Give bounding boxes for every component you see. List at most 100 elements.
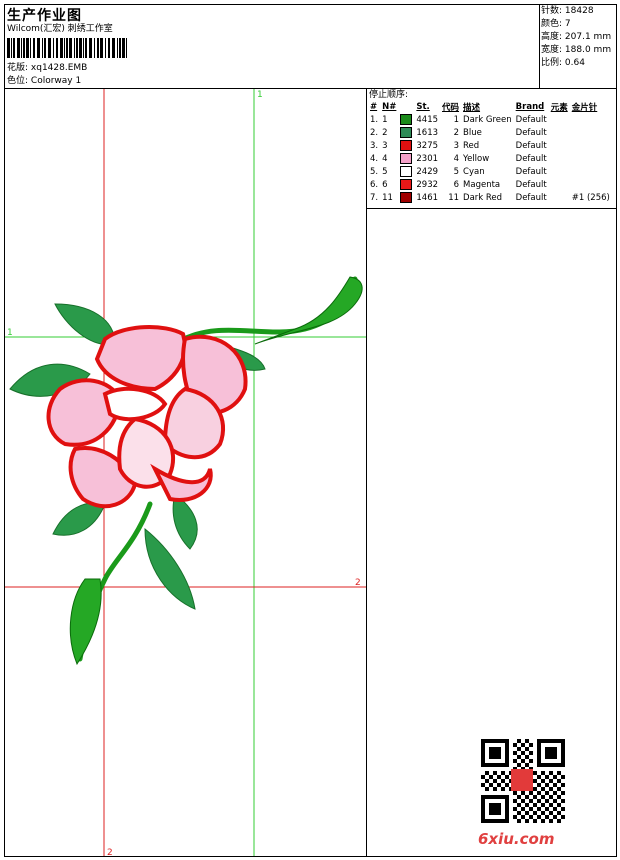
stop-sequence-table: # N# St. 代码 描述 Brand 元素 金片针 1. 1 4415 1 Dark… bbox=[368, 100, 612, 204]
cell-n: 2 bbox=[382, 127, 388, 138]
cell-swatch bbox=[398, 178, 414, 191]
cell-extra bbox=[570, 178, 612, 191]
table-row: 1. 1 4415 1 Dark Green Default bbox=[368, 113, 612, 126]
guide-label-red-right: 2 bbox=[355, 578, 361, 588]
cell-idx: 6. bbox=[370, 179, 379, 190]
page-title: 生产作业图 bbox=[7, 8, 82, 24]
cell-swatch bbox=[398, 165, 414, 178]
cell-st: 1461 bbox=[416, 192, 439, 203]
cell-code: 2 bbox=[453, 127, 460, 138]
company-name: Wilcom(汇宏) 刺绣工作室 bbox=[7, 24, 113, 34]
cell-desc: Magenta bbox=[463, 179, 501, 190]
stat-scale: 比例: 0.64 bbox=[541, 58, 585, 68]
cell-idx: 7. bbox=[370, 192, 379, 203]
table-row: 7. 11 1461 11 Dark Red Default #1 (256) bbox=[368, 191, 612, 204]
stats-panel: 针数: 18428 颜色: 7 高度: 207.1 mm 宽度: 188.0 m… bbox=[541, 5, 611, 70]
cell-extra: #1 (256) bbox=[571, 192, 610, 203]
cell-brand: Default bbox=[515, 153, 547, 164]
cell-brand: Default bbox=[515, 140, 547, 151]
design-canvas: 1 1 2 2 bbox=[5, 89, 366, 856]
cell-desc: Cyan bbox=[463, 166, 485, 177]
panel-divider bbox=[366, 88, 367, 857]
cell-st: 2429 bbox=[416, 166, 439, 177]
cell-code: 5 bbox=[453, 166, 460, 177]
color-swatch bbox=[400, 140, 413, 151]
design-label: 花版: bbox=[7, 63, 29, 73]
colorway-label: 色位: bbox=[7, 76, 29, 86]
cell-st: 3275 bbox=[416, 140, 439, 151]
cell-n: 4 bbox=[382, 153, 388, 164]
cell-idx: 5. bbox=[370, 166, 379, 177]
cell-n: 1 bbox=[382, 114, 388, 125]
stop-table-divider bbox=[366, 208, 617, 209]
color-swatch bbox=[400, 166, 413, 177]
cell-desc: Yellow bbox=[463, 153, 490, 164]
cell-code: 4 bbox=[453, 153, 460, 164]
cell-element bbox=[549, 139, 570, 152]
table-header-row: # N# St. 代码 描述 Brand 元素 金片针 bbox=[370, 101, 598, 113]
color-swatch bbox=[400, 114, 413, 125]
color-swatch bbox=[400, 127, 413, 138]
stat-width: 宽度: 188.0 mm bbox=[541, 45, 612, 55]
table-row: 2. 2 1613 2 Blue Default bbox=[368, 126, 612, 139]
cell-extra bbox=[570, 139, 612, 152]
cell-idx: 2. bbox=[370, 127, 379, 138]
cell-extra bbox=[570, 126, 612, 139]
cell-st: 4415 bbox=[416, 114, 439, 125]
cell-element bbox=[549, 126, 570, 139]
cell-swatch bbox=[398, 152, 414, 165]
cell-code: 6 bbox=[453, 179, 460, 190]
cell-st: 2301 bbox=[416, 153, 439, 164]
table-row: 3. 3 3275 3 Red Default bbox=[368, 139, 612, 152]
stat-stitches: 针数: 18428 bbox=[541, 6, 594, 16]
cell-n: 6 bbox=[382, 179, 388, 190]
color-swatch bbox=[400, 179, 413, 190]
design-value: xq1428.EMB bbox=[30, 63, 88, 73]
cell-element bbox=[549, 152, 570, 165]
guide-label-green-top: 1 bbox=[257, 90, 263, 100]
cell-element bbox=[549, 178, 570, 191]
cell-n: 3 bbox=[382, 140, 388, 151]
cell-swatch bbox=[398, 126, 414, 139]
rose bbox=[46, 325, 248, 509]
cell-code: 1 bbox=[453, 114, 460, 125]
table-row: 6. 6 2932 6 Magenta Default bbox=[368, 178, 612, 191]
color-swatch bbox=[400, 192, 413, 203]
design-row: 花版: xq1428.EMB bbox=[7, 62, 87, 74]
cell-desc: Dark Red bbox=[463, 192, 503, 203]
cell-element bbox=[549, 165, 570, 178]
stats-divider bbox=[539, 4, 540, 88]
cell-brand: Default bbox=[515, 179, 547, 190]
cell-n: 11 bbox=[382, 192, 393, 203]
guide-label-red-bottom: 2 bbox=[107, 848, 113, 856]
cell-brand: Default bbox=[515, 192, 547, 203]
stat-height: 高度: 207.1 mm bbox=[541, 32, 612, 42]
cell-brand: Default bbox=[515, 166, 547, 177]
table-row: 4. 4 2301 4 Yellow Default bbox=[368, 152, 612, 165]
cell-code: 11 bbox=[448, 192, 460, 203]
cell-idx: 3. bbox=[370, 140, 379, 151]
cell-desc: Red bbox=[463, 140, 480, 151]
cell-st: 1613 bbox=[416, 127, 439, 138]
cell-extra bbox=[570, 113, 612, 126]
cell-n: 5 bbox=[382, 166, 388, 177]
color-swatch bbox=[400, 153, 413, 164]
cell-extra bbox=[570, 165, 612, 178]
cell-st: 2932 bbox=[416, 179, 439, 190]
cell-extra bbox=[570, 152, 612, 165]
stat-colors: 颜色: 7 bbox=[541, 19, 571, 29]
barcode bbox=[7, 38, 127, 58]
cell-code: 3 bbox=[453, 140, 460, 151]
cell-desc: Blue bbox=[463, 127, 482, 138]
cell-swatch bbox=[398, 113, 414, 126]
watermark: 6xiu.com bbox=[478, 830, 555, 848]
colorway-row: 色位: Colorway 1 bbox=[7, 75, 81, 87]
qr-code bbox=[481, 739, 565, 823]
lower-curl-leaf bbox=[69, 578, 102, 666]
cell-idx: 4. bbox=[370, 153, 379, 164]
cell-brand: Default bbox=[515, 114, 547, 125]
cell-swatch bbox=[398, 139, 414, 152]
guide-label-green-left: 1 bbox=[7, 328, 13, 338]
table-row: 5. 5 2429 5 Cyan Default bbox=[368, 165, 612, 178]
colorway-value: Colorway 1 bbox=[30, 76, 82, 86]
